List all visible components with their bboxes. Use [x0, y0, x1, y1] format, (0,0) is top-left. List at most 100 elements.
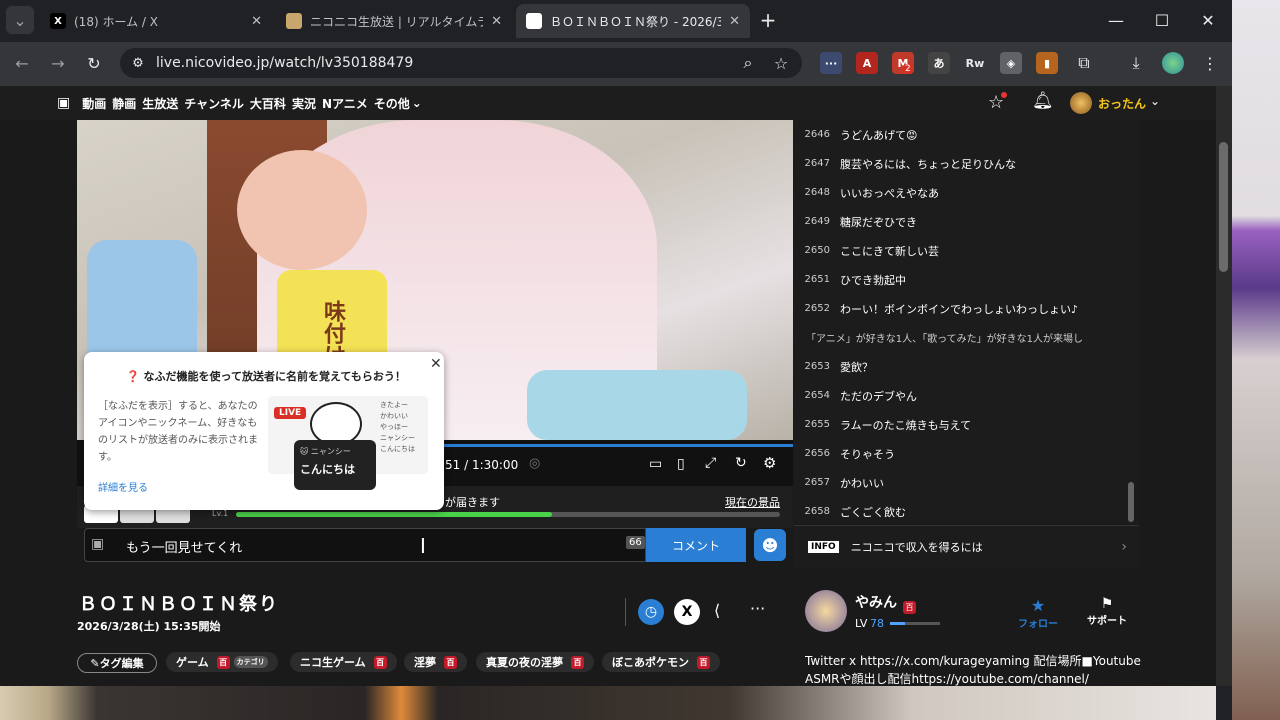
- dictionary-icon[interactable]: 百: [903, 601, 916, 614]
- page-scrollbar-thumb[interactable]: [1219, 142, 1228, 272]
- menu-kebab-icon[interactable]: ⋮: [1196, 49, 1224, 77]
- dictionary-icon[interactable]: 百: [444, 655, 457, 669]
- nav-other[interactable]: その他: [374, 95, 410, 112]
- shorts-shape: [527, 370, 747, 440]
- nav-live[interactable]: 生放送: [142, 95, 178, 112]
- comment-row[interactable]: 2657 かわいい: [794, 468, 1139, 497]
- settings-gear-icon[interactable]: ⚙: [763, 454, 776, 472]
- text-cursor-icon: I: [420, 534, 426, 558]
- comment-row[interactable]: 2656 そりゃそう: [794, 439, 1139, 468]
- quality-icon[interactable]: ◎: [529, 456, 540, 471]
- tag-chip[interactable]: 真夏の夜の淫夢百: [476, 652, 594, 672]
- comment-row[interactable]: 2655 ラムーのたこ焼きも与えて: [794, 410, 1139, 439]
- tag-chip[interactable]: ゲーム百カテゴリ: [166, 652, 278, 672]
- user-avatar[interactable]: [1070, 92, 1092, 114]
- close-window-icon[interactable]: ✕: [1194, 6, 1222, 34]
- tag-edit-button[interactable]: ✎ タグ編集: [77, 653, 157, 673]
- niconico-logo-icon[interactable]: ▣: [57, 95, 70, 111]
- dictionary-icon[interactable]: 百: [571, 655, 584, 669]
- tag-chip[interactable]: 淫夢百: [404, 652, 467, 672]
- card-greeting: こんにちは: [300, 463, 355, 476]
- chevron-down-icon[interactable]: ⌄: [1150, 94, 1160, 108]
- comment-row[interactable]: 2654 ただのデブやん: [794, 381, 1139, 410]
- comment-number: 2652: [804, 303, 830, 314]
- nav-nanime[interactable]: Nアニメ: [322, 95, 368, 112]
- tag-chip[interactable]: ぼこあポケモン百: [602, 652, 720, 672]
- tag-chip[interactable]: ニコ生ゲーム百: [290, 652, 397, 672]
- close-icon[interactable]: ✕: [251, 14, 262, 29]
- minimize-icon[interactable]: —: [1102, 6, 1130, 34]
- fullscreen-icon[interactable]: ⤢: [705, 455, 716, 471]
- comment-row[interactable]: 2650 ここにきて新しい芸: [794, 236, 1139, 265]
- sample-line: こんにちは: [380, 445, 415, 453]
- comment-number: 2657: [804, 477, 830, 488]
- share-icon[interactable]: ⟨: [714, 601, 720, 620]
- comment-row[interactable]: 2649 糖尿だぞひでき: [794, 207, 1139, 236]
- zoom-icon[interactable]: ⌕: [734, 49, 762, 77]
- broadcaster-avatar[interactable]: [805, 590, 847, 632]
- broadcaster-name[interactable]: やみん: [855, 592, 897, 612]
- dictionary-icon[interactable]: 百: [697, 655, 710, 669]
- comment-submit-button[interactable]: コメント: [646, 528, 746, 562]
- reload-player-icon[interactable]: ↻: [735, 455, 747, 471]
- profile-avatar[interactable]: [1162, 52, 1184, 74]
- extension-dots-icon[interactable]: ···: [820, 52, 842, 74]
- comment-row[interactable]: 2658 ごくごく飲む: [794, 497, 1139, 524]
- comment-input-text[interactable]: もう一回見せてくれ: [126, 537, 242, 556]
- dictionary-icon[interactable]: 百: [216, 655, 230, 669]
- pdf-extension-icon[interactable]: A: [856, 52, 878, 74]
- support-button[interactable]: ⚑ サポート: [1084, 596, 1130, 627]
- tab-ranking[interactable]: ニコニコ生放送 | リアルタイムランキング ✕: [276, 4, 512, 38]
- more-icon[interactable]: ···: [750, 599, 765, 618]
- comment-scrollbar-thumb[interactable]: [1128, 482, 1134, 522]
- gift-progress-fill: [236, 512, 552, 517]
- download-icon[interactable]: ⤓: [1122, 49, 1150, 77]
- user-name[interactable]: おったん: [1098, 95, 1146, 112]
- system-message-row[interactable]: 「アニメ」が好きな1人、「歌ってみた」が好きな1人が来場し: [794, 323, 1139, 352]
- back-icon[interactable]: ←: [8, 49, 36, 77]
- address-bar[interactable]: live.nicovideo.jp/watch/lv350188479: [120, 48, 802, 78]
- tab-search-button[interactable]: ⌄: [6, 6, 34, 34]
- tab-current[interactable]: ＢＯＩＮＢＯＩＮ祭り - 2026/3/28 ✕: [516, 4, 750, 38]
- comment-row[interactable]: 2652 わーい！ボインボインでわっしょいわっしょい♪: [794, 294, 1139, 323]
- comment-toggle-icon[interactable]: ▭: [649, 456, 662, 472]
- theater-icon[interactable]: ▯: [677, 456, 685, 472]
- reload-icon[interactable]: ↻: [80, 49, 108, 77]
- shield-extension-icon[interactable]: ◈: [1000, 52, 1022, 74]
- comment-row[interactable]: 2646 うどんあげて😡: [794, 120, 1139, 149]
- background-window: [1232, 0, 1280, 720]
- comment-row[interactable]: 2647 腹芸やるには、ちょっと足りひんな: [794, 149, 1139, 178]
- extensions-puzzle-icon[interactable]: ⧉: [1070, 49, 1098, 77]
- translate-extension-icon[interactable]: あ: [928, 52, 950, 74]
- comment-row[interactable]: 2653 愛飲？: [794, 352, 1139, 381]
- details-link[interactable]: 詳細を見る: [98, 479, 148, 494]
- cup-extension-icon[interactable]: ▮: [1036, 52, 1058, 74]
- close-icon[interactable]: ✕: [729, 14, 740, 29]
- dictionary-icon[interactable]: 百: [373, 655, 387, 669]
- forward-icon[interactable]: →: [44, 49, 72, 77]
- nav-seiga[interactable]: 静画: [112, 95, 136, 112]
- timeshift-clock-icon[interactable]: ◷: [638, 599, 664, 625]
- follow-button[interactable]: ★ フォロー: [1018, 596, 1058, 630]
- command-icon[interactable]: ▣: [91, 536, 104, 552]
- nav-video[interactable]: 動画: [82, 95, 106, 112]
- bell-icon[interactable]: 🔔︎: [1032, 91, 1054, 111]
- comment-row[interactable]: 2648 いいおっぺえやなあ: [794, 178, 1139, 207]
- nav-dic[interactable]: 大百科: [250, 95, 286, 112]
- tab-x[interactable]: X (18) ホーム / X ✕: [40, 4, 272, 38]
- rw-extension-icon[interactable]: Rw: [964, 52, 986, 74]
- current-prize-link[interactable]: 現在の景品: [725, 494, 780, 510]
- close-icon[interactable]: ✕: [430, 356, 442, 372]
- x-share-icon[interactable]: X: [674, 599, 700, 625]
- new-tab-icon[interactable]: +: [754, 6, 782, 34]
- emoji-icon[interactable]: ☻: [754, 529, 786, 561]
- info-bar[interactable]: INFO ニコニコで収入を得るには ›: [794, 525, 1139, 567]
- close-icon[interactable]: ✕: [491, 14, 502, 29]
- bookmark-star-icon[interactable]: ☆: [767, 49, 795, 77]
- nav-jikkyo[interactable]: 実況: [292, 95, 316, 112]
- nav-channel[interactable]: チャンネル: [184, 95, 244, 112]
- seek-bar[interactable]: [437, 444, 793, 447]
- maximize-icon[interactable]: ☐: [1148, 6, 1176, 34]
- site-info-icon[interactable]: ⚙: [124, 49, 152, 77]
- comment-row[interactable]: 2651 ひでき勃起中: [794, 265, 1139, 294]
